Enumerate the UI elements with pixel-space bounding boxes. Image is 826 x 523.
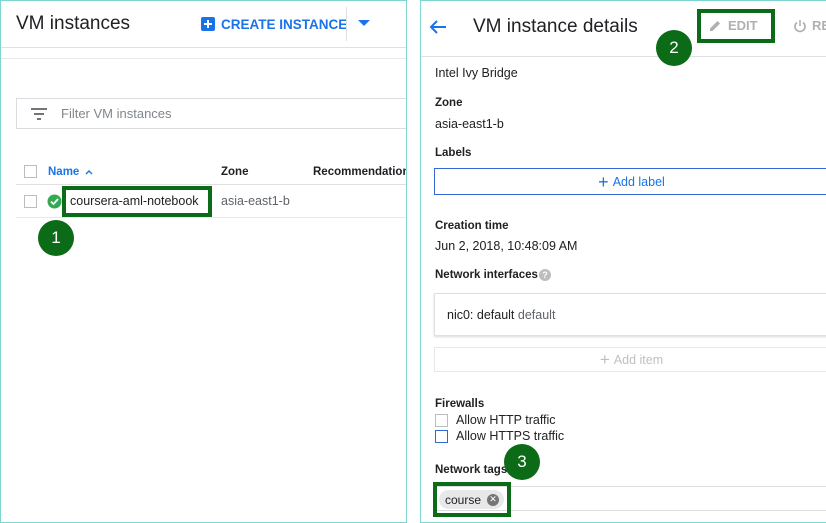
toolbar-strip bbox=[1, 49, 406, 59]
add-label-button[interactable]: + Add label bbox=[434, 168, 826, 195]
labels-label: Labels bbox=[435, 147, 472, 159]
sort-up-icon bbox=[85, 170, 93, 175]
add-item-button[interactable]: + Add item bbox=[434, 347, 826, 372]
page-title: VM instances bbox=[16, 13, 131, 34]
remove-tag-icon[interactable]: ✕ bbox=[487, 493, 500, 506]
cpu-platform-value: Intel Ivy Bridge bbox=[435, 66, 518, 80]
creation-time-label: Creation time bbox=[435, 220, 509, 232]
filter-bar bbox=[16, 98, 406, 129]
vm-details-panel: VM instance details EDIT RE Intel Ivy Br… bbox=[420, 0, 826, 523]
network-interfaces-label: Network interfaces bbox=[435, 269, 538, 281]
back-button[interactable] bbox=[429, 19, 447, 40]
row-checkbox[interactable] bbox=[24, 195, 37, 208]
firewalls-label: Firewalls bbox=[435, 398, 485, 410]
zone-label: Zone bbox=[435, 97, 463, 109]
network-interface-card[interactable]: nic0: default default bbox=[434, 293, 826, 336]
create-instance-button[interactable]: CREATE INSTANCE bbox=[201, 14, 347, 34]
add-label-text: Add label bbox=[612, 174, 665, 189]
network-tags-label: Network tags bbox=[435, 464, 508, 476]
add-item-text: Add item bbox=[613, 352, 664, 367]
vm-details-header: VM instance details EDIT RE bbox=[421, 1, 826, 57]
more-actions-dropdown[interactable] bbox=[356, 15, 372, 31]
table-header: Name Zone Recommendation bbox=[16, 161, 406, 185]
instance-name-link[interactable]: coursera-aml-notebook bbox=[70, 194, 199, 208]
help-icon[interactable]: ? bbox=[539, 269, 551, 281]
nic-network: default bbox=[517, 308, 556, 322]
add-box-icon bbox=[201, 17, 215, 31]
allow-https-checkbox[interactable] bbox=[435, 429, 448, 443]
allow-http-label: Allow HTTP traffic bbox=[456, 413, 556, 427]
tag-chip-label: course bbox=[445, 492, 482, 507]
header-divider bbox=[346, 7, 347, 41]
details-title: VM instance details bbox=[473, 16, 638, 37]
column-name-header[interactable]: Name bbox=[48, 166, 95, 178]
allow-http-checkbox[interactable] bbox=[435, 413, 448, 427]
creation-time-value: Jun 2, 2018, 10:48:09 AM bbox=[435, 239, 578, 253]
check-circle-icon bbox=[47, 194, 62, 209]
nic-row: nic0: default default bbox=[447, 308, 555, 322]
select-all-checkbox[interactable] bbox=[24, 165, 37, 178]
pencil-icon bbox=[710, 20, 720, 31]
step-badge-3: 3 bbox=[504, 444, 540, 480]
plus-icon: + bbox=[598, 171, 609, 192]
firewall-https-option[interactable]: Allow HTTPS traffic bbox=[435, 429, 564, 443]
filter-list-icon bbox=[31, 107, 47, 120]
arrow-back-icon bbox=[429, 20, 446, 34]
caret-down-icon bbox=[358, 20, 370, 26]
power-icon bbox=[794, 19, 806, 32]
filter-input[interactable] bbox=[61, 106, 341, 121]
firewall-http-option[interactable]: Allow HTTP traffic bbox=[435, 413, 556, 427]
zone-value: asia-east1-b bbox=[435, 117, 504, 131]
network-tags-input[interactable]: course ✕ bbox=[434, 486, 826, 511]
vm-instances-header: VM instances CREATE INSTANCE bbox=[1, 1, 406, 48]
step-badge-2: 2 bbox=[656, 30, 692, 66]
instance-zone: asia-east1-b bbox=[221, 194, 290, 208]
nic-name: nic0: default bbox=[447, 308, 515, 322]
reset-button[interactable]: RE bbox=[793, 18, 826, 33]
column-name-label: Name bbox=[48, 166, 80, 178]
create-instance-label: CREATE INSTANCE bbox=[221, 16, 348, 32]
plus-icon: + bbox=[599, 350, 610, 369]
column-recommendation-header[interactable]: Recommendation bbox=[313, 166, 406, 178]
tag-chip: course ✕ bbox=[439, 490, 505, 509]
reset-label: RE bbox=[812, 18, 826, 33]
table-row[interactable]: coursera-aml-notebook asia-east1-b bbox=[16, 186, 406, 218]
column-zone-header[interactable]: Zone bbox=[221, 166, 248, 178]
edit-button[interactable]: EDIT bbox=[708, 18, 758, 33]
vm-instances-panel: VM instances CREATE INSTANCE Name Zone R… bbox=[0, 0, 407, 523]
step-badge-1: 1 bbox=[38, 220, 74, 256]
edit-label: EDIT bbox=[728, 18, 758, 33]
allow-https-label: Allow HTTPS traffic bbox=[456, 429, 565, 443]
